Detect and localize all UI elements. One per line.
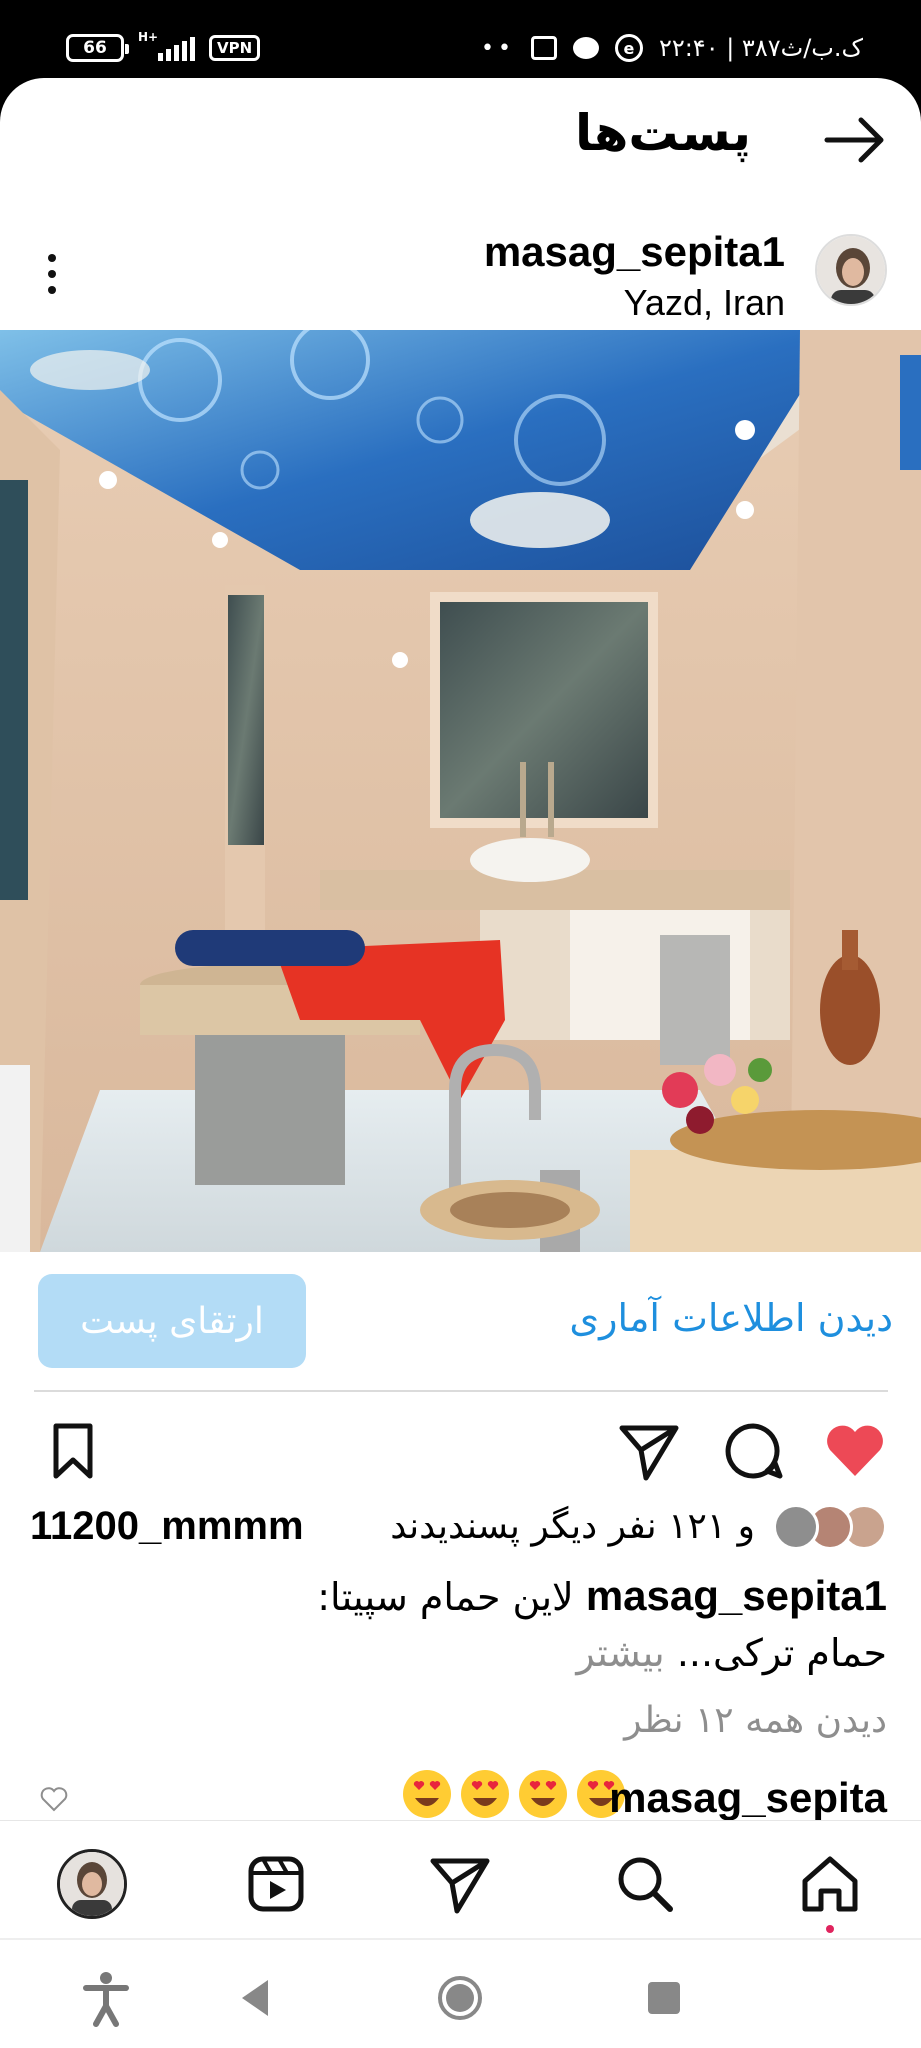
caption-line2: حمام ترکی...: [676, 1631, 887, 1675]
send-icon[interactable]: [616, 1418, 682, 1484]
boost-post-button[interactable]: ارتقای پست: [38, 1274, 306, 1368]
likes-summary[interactable]: و ۱۲۱ نفر دیگر پسندیدند 11200_mmmm: [0, 1498, 921, 1568]
divider: [34, 1390, 888, 1392]
liked-by-avatars: [771, 1504, 887, 1550]
arrow-right-icon[interactable]: [823, 114, 887, 166]
network-type: H+: [138, 30, 159, 44]
accessibility-icon[interactable]: [76, 1968, 136, 2028]
recents-nav-icon[interactable]: [634, 1968, 694, 2028]
comment-emojis: [401, 1768, 627, 1820]
liked-by-username[interactable]: 11200_mmmm: [30, 1504, 304, 1549]
app-screen: پست‌ها masag_sepita1 Yazd, Iran: [0, 78, 921, 2048]
caption-username[interactable]: masag_sepita1: [586, 1572, 887, 1619]
reels-icon[interactable]: [241, 1849, 311, 1919]
message-icon: [572, 37, 599, 59]
status-right: •• e ۲۲:۴۰ | ۳۸۷ک.ب/ث: [481, 34, 863, 62]
status-bar: 66 H+ VPN •• e ۲۲:۴۰ | ۳۸۷ک.ب/ث: [0, 0, 921, 90]
view-insights-link[interactable]: دیدن اطلاعات آماری: [569, 1296, 893, 1340]
profile-tab-avatar[interactable]: [57, 1849, 127, 1919]
home-tab[interactable]: [795, 1849, 865, 1933]
battery-level: 66: [83, 38, 107, 58]
post-actions-row: ارتقای پست دیدن اطلاعات آماری: [0, 1274, 921, 1374]
comment-username[interactable]: masag_sepita: [609, 1774, 887, 1822]
system-nav-bar: [0, 1938, 921, 2048]
view-all-comments-link[interactable]: دیدن همه ۱۲ نظر: [624, 1700, 887, 1741]
overflow-dots-icon: ••: [480, 35, 515, 61]
bookmark-icon[interactable]: [40, 1418, 106, 1484]
status-time: ۲۲:۴۰ | ۳۸۷ک.ب/ث: [658, 34, 863, 62]
search-icon[interactable]: [610, 1849, 680, 1919]
back-nav-icon[interactable]: [226, 1968, 286, 2028]
bottom-nav: [0, 1820, 921, 1950]
caption-text: لاین حمام سپیتا:: [317, 1575, 574, 1619]
post-username[interactable]: masag_sepita1: [484, 228, 785, 276]
more-vertical-icon[interactable]: [34, 248, 70, 300]
status-left: 66 H+ VPN: [66, 31, 261, 62]
comment-like-icon[interactable]: [40, 1786, 68, 1812]
page-title: پست‌ها: [574, 104, 751, 162]
vpn-badge: VPN: [209, 35, 261, 61]
battery-icon: 66: [66, 34, 129, 62]
post-image[interactable]: [0, 330, 921, 1252]
likes-count-text: و ۱۲۱ نفر دیگر پسندیدند: [390, 1506, 755, 1547]
post-caption[interactable]: masag_sepita1 لاین حمام سپیتا: حمام ترکی…: [27, 1568, 887, 1681]
notification-dot: [826, 1925, 834, 1933]
heart-eyes-emoji-icon: [461, 1770, 509, 1818]
heart-eyes-emoji-icon: [403, 1770, 451, 1818]
app-notification-icon: e: [614, 34, 643, 62]
comment-icon[interactable]: [720, 1418, 786, 1484]
top-bar: پست‌ها: [0, 78, 921, 208]
heart-icon[interactable]: [822, 1418, 888, 1484]
home-icon: [802, 1856, 858, 1912]
caption-more-link[interactable]: بیشتر: [576, 1631, 664, 1675]
post-header: masag_sepita1 Yazd, Iran: [0, 218, 921, 330]
calendar-icon: [530, 36, 557, 60]
signal-icon: H+: [138, 31, 195, 61]
heart-eyes-emoji-icon: [519, 1770, 567, 1818]
avatar[interactable]: [815, 234, 887, 306]
home-nav-icon[interactable]: [430, 1968, 490, 2028]
post-location[interactable]: Yazd, Iran: [624, 282, 785, 324]
direct-send-icon[interactable]: [425, 1849, 495, 1919]
